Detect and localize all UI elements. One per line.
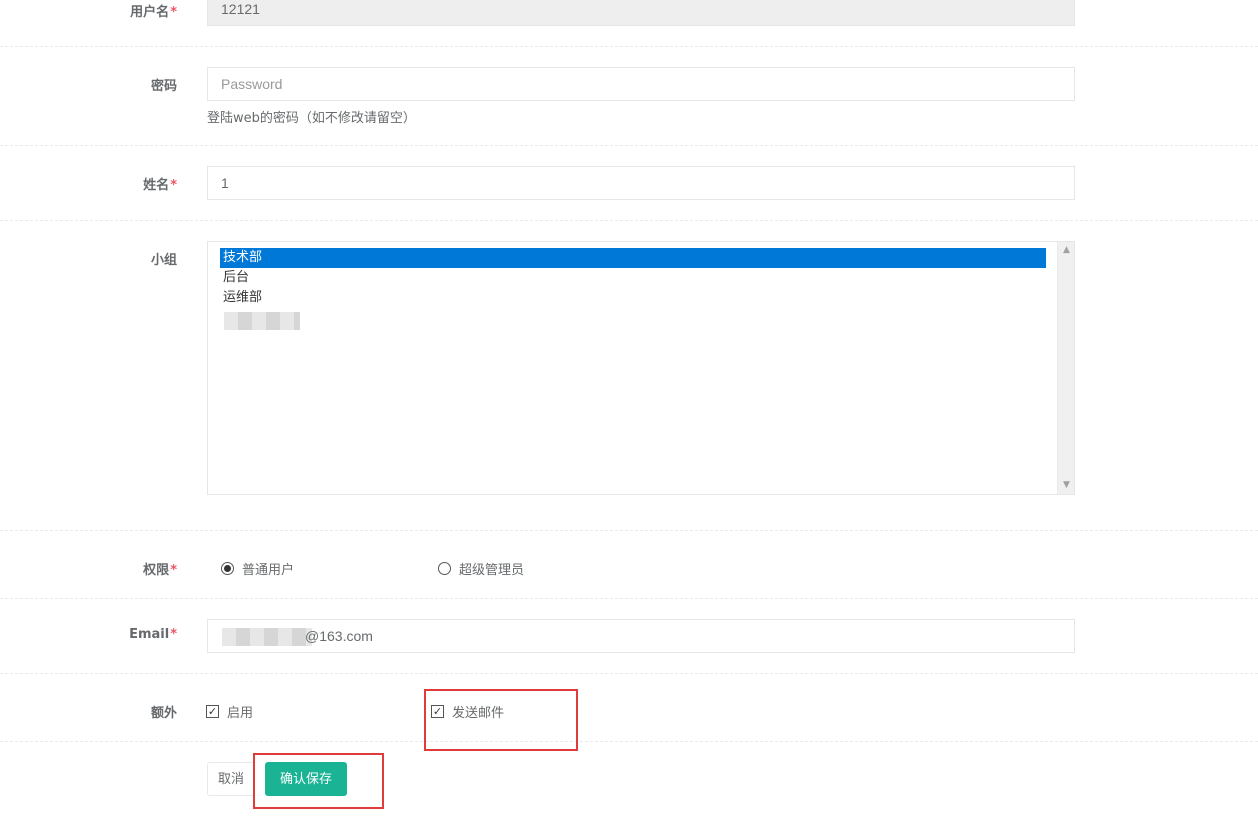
email-domain: @163.com <box>305 628 373 644</box>
group-label: 小组 <box>150 253 177 268</box>
highlight-box-save <box>253 753 384 809</box>
permission-normal-user[interactable]: 普通用户 <box>221 559 294 578</box>
email-field[interactable]: @163.com <box>207 619 1075 653</box>
group-listbox-scrollbar[interactable]: ▲ ▼ <box>1057 242 1074 494</box>
extra-label: 额外 <box>150 706 177 721</box>
extra-enable-label: 启用 <box>227 706 254 721</box>
username-field[interactable]: 12121 <box>207 0 1075 26</box>
username-label: 用户名* <box>130 5 177 20</box>
group-option-backend[interactable]: 后台 <box>220 268 1046 288</box>
redacted-group-option <box>224 312 300 330</box>
permission-super-admin-label: 超级管理员 <box>459 563 525 578</box>
extra-enable[interactable]: ✓ 启用 <box>206 702 253 721</box>
scroll-up-icon[interactable]: ▲ <box>1058 242 1075 259</box>
required-marker: * <box>170 563 177 578</box>
cancel-button[interactable]: 取消 <box>207 762 255 796</box>
required-marker: * <box>170 178 177 193</box>
password-help-text: 登陆web的密码（如不修改请留空） <box>207 111 416 126</box>
permission-super-admin[interactable]: 超级管理员 <box>438 559 524 578</box>
name-label: 姓名* <box>143 178 177 193</box>
password-label: 密码 <box>150 79 177 94</box>
checkbox-checked-icon[interactable]: ✓ <box>206 705 219 718</box>
email-label: Email* <box>129 627 177 642</box>
group-listbox[interactable]: 技术部 后台 运维部 ▲ ▼ <box>207 241 1075 495</box>
group-option-ops[interactable]: 运维部 <box>220 288 1046 308</box>
name-field[interactable]: 1 <box>207 166 1075 200</box>
required-marker: * <box>170 627 177 642</box>
permission-normal-user-label: 普通用户 <box>242 563 295 578</box>
radio-unchecked-icon[interactable] <box>438 562 451 575</box>
scroll-down-icon[interactable]: ▼ <box>1058 477 1075 494</box>
radio-checked-icon[interactable] <box>221 562 234 575</box>
password-field[interactable]: Password <box>207 67 1075 101</box>
group-option-tech[interactable]: 技术部 <box>220 248 1046 268</box>
required-marker: * <box>170 5 177 20</box>
permission-label: 权限* <box>143 563 177 578</box>
highlight-box-send-email <box>424 689 578 751</box>
redacted-email-user <box>222 628 312 646</box>
